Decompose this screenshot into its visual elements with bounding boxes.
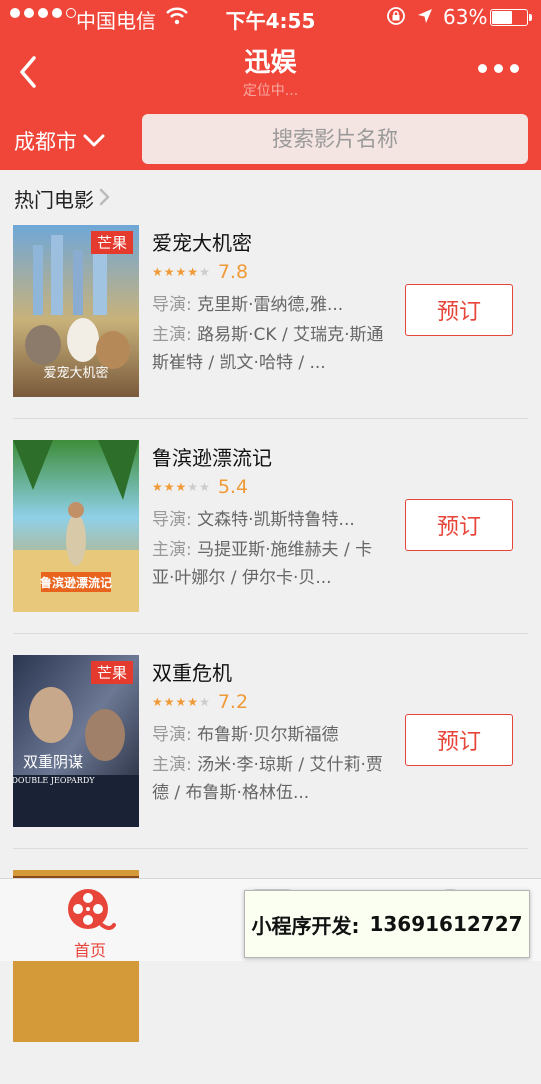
status-bar: 中国电信 下午4:55 63% bbox=[0, 0, 541, 36]
star-filled-icon: ★ bbox=[152, 480, 163, 494]
location-arrow-icon bbox=[416, 6, 434, 30]
divider bbox=[13, 418, 528, 419]
hot-movies-header[interactable]: 热门电影 bbox=[14, 184, 110, 213]
tab-home-label: 首页 bbox=[73, 941, 106, 960]
movie-cast: 主演: 马提亚斯·施维赫夫 / 卡亚·叶娜尔 / 伊尔卡·贝... bbox=[152, 540, 373, 588]
movie-title[interactable]: 爱宠大机密 bbox=[152, 227, 252, 256]
search-input[interactable] bbox=[142, 114, 528, 164]
poster-title: 爱宠大机密 bbox=[43, 365, 108, 381]
book-button[interactable]: 预订 bbox=[405, 714, 513, 766]
rating-stars-icon: ★ ★ ★ ★ ★ bbox=[152, 265, 210, 279]
star-empty-icon: ★ bbox=[199, 265, 210, 279]
rating-stars-icon: ★ ★ ★ ★ ★ bbox=[152, 480, 210, 494]
star-filled-icon: ★ bbox=[175, 695, 187, 709]
movie-director: 导演: 克里斯·雷纳德,雅... bbox=[152, 295, 344, 315]
divider bbox=[13, 633, 528, 634]
movie-director: 导演: 文森特·凯斯特鲁特... bbox=[152, 510, 355, 530]
star-empty-icon: ★ bbox=[199, 695, 210, 709]
star-empty-icon: ★ bbox=[187, 480, 199, 494]
star-filled-icon: ★ bbox=[175, 480, 187, 494]
battery-percent: 63% bbox=[443, 5, 488, 29]
movie-rating: ★ ★ ★ ★ ★ 7.2 bbox=[152, 691, 248, 713]
star-empty-icon: ★ bbox=[199, 480, 210, 494]
movie-cast: 主演: 路易斯·CK / 艾瑞克·斯通斯崔特 / 凯文·哈特 / ... bbox=[152, 325, 384, 373]
star-filled-icon: ★ bbox=[163, 480, 175, 494]
chevron-down-icon bbox=[83, 129, 105, 153]
city-selector[interactable]: 成都市 bbox=[14, 126, 105, 156]
movie-poster[interactable]: 鲁滨逊漂流记 bbox=[13, 440, 139, 612]
star-filled-icon: ★ bbox=[187, 265, 199, 279]
rating-stars-icon: ★ ★ ★ ★ ★ bbox=[152, 695, 210, 709]
location-status: 定位中... bbox=[242, 83, 299, 99]
star-filled-icon: ★ bbox=[175, 265, 187, 279]
book-button[interactable]: 预订 bbox=[405, 284, 513, 336]
divider bbox=[13, 848, 528, 849]
poster-subtitle: DOUBLE JEOPARDY bbox=[13, 776, 95, 785]
movie-director: 导演: 布鲁斯·贝尔斯福德 bbox=[152, 725, 339, 745]
movie-rating: ★ ★ ★ ★ ★ 7.8 bbox=[152, 261, 248, 283]
rating-score: 7.8 bbox=[217, 261, 249, 283]
chevron-right-icon bbox=[98, 187, 110, 211]
star-filled-icon: ★ bbox=[152, 695, 163, 709]
source-badge: 芒果 bbox=[90, 661, 133, 684]
movie-poster[interactable]: 双重阴谋 DOUBLE JEOPARDY 芒果 bbox=[13, 655, 139, 827]
watermark-label: 小程序开发: bbox=[251, 913, 360, 938]
movie-item[interactable]: 鲁滨逊漂流记 鲁滨逊漂流记 ★ ★ ★ ★ ★ 5.4 导演: 文森特·凯斯特鲁特...… bbox=[0, 440, 541, 654]
rating-score: 5.4 bbox=[217, 476, 249, 498]
movie-poster[interactable]: 爱宠大机密 芒果 bbox=[13, 225, 139, 397]
movie-cast: 主演: 汤米·李·琼斯 / 艾什莉·贾德 / 布鲁斯·格林伍... bbox=[152, 755, 383, 803]
watermark-phone: 13691612727 bbox=[369, 912, 523, 936]
more-icon[interactable] bbox=[478, 64, 519, 73]
poster-title: 鲁滨逊漂流记 bbox=[39, 575, 112, 590]
rotation-lock-icon bbox=[386, 6, 406, 31]
book-button[interactable]: 预订 bbox=[405, 499, 513, 551]
section-title: 热门电影 bbox=[14, 188, 94, 212]
header: 中国电信 下午4:55 63% 迅娱 定位中... 成都市 bbox=[0, 0, 541, 170]
poster-title: 双重阴谋 bbox=[23, 753, 83, 771]
star-filled-icon: ★ bbox=[163, 695, 175, 709]
rating-score: 7.2 bbox=[217, 691, 249, 713]
movie-item[interactable]: 双重阴谋 DOUBLE JEOPARDY 芒果 双重危机 ★ ★ ★ ★ ★ 7.2 导… bbox=[0, 655, 541, 869]
battery-icon bbox=[490, 9, 532, 26]
movie-item[interactable]: 爱宠大机密 芒果 爱宠大机密 ★ ★ ★ ★ ★ 7.8 导演: 克里斯·雷纳德,雅..… bbox=[0, 225, 541, 439]
tab-home[interactable]: 首页 bbox=[54, 887, 126, 961]
star-filled-icon: ★ bbox=[152, 265, 163, 279]
star-filled-icon: ★ bbox=[163, 265, 175, 279]
source-badge: 芒果 bbox=[90, 231, 133, 254]
movie-title[interactable]: 鲁滨逊漂流记 bbox=[152, 442, 272, 471]
movie-rating: ★ ★ ★ ★ ★ 5.4 bbox=[152, 476, 248, 498]
page-title: 迅娱 bbox=[244, 48, 297, 78]
city-label: 成都市 bbox=[14, 130, 77, 154]
star-filled-icon: ★ bbox=[187, 695, 199, 709]
film-reel-icon bbox=[64, 889, 116, 937]
watermark-banner: 小程序开发: 13691612727 bbox=[244, 890, 530, 958]
movie-title[interactable]: 双重危机 bbox=[152, 657, 232, 686]
